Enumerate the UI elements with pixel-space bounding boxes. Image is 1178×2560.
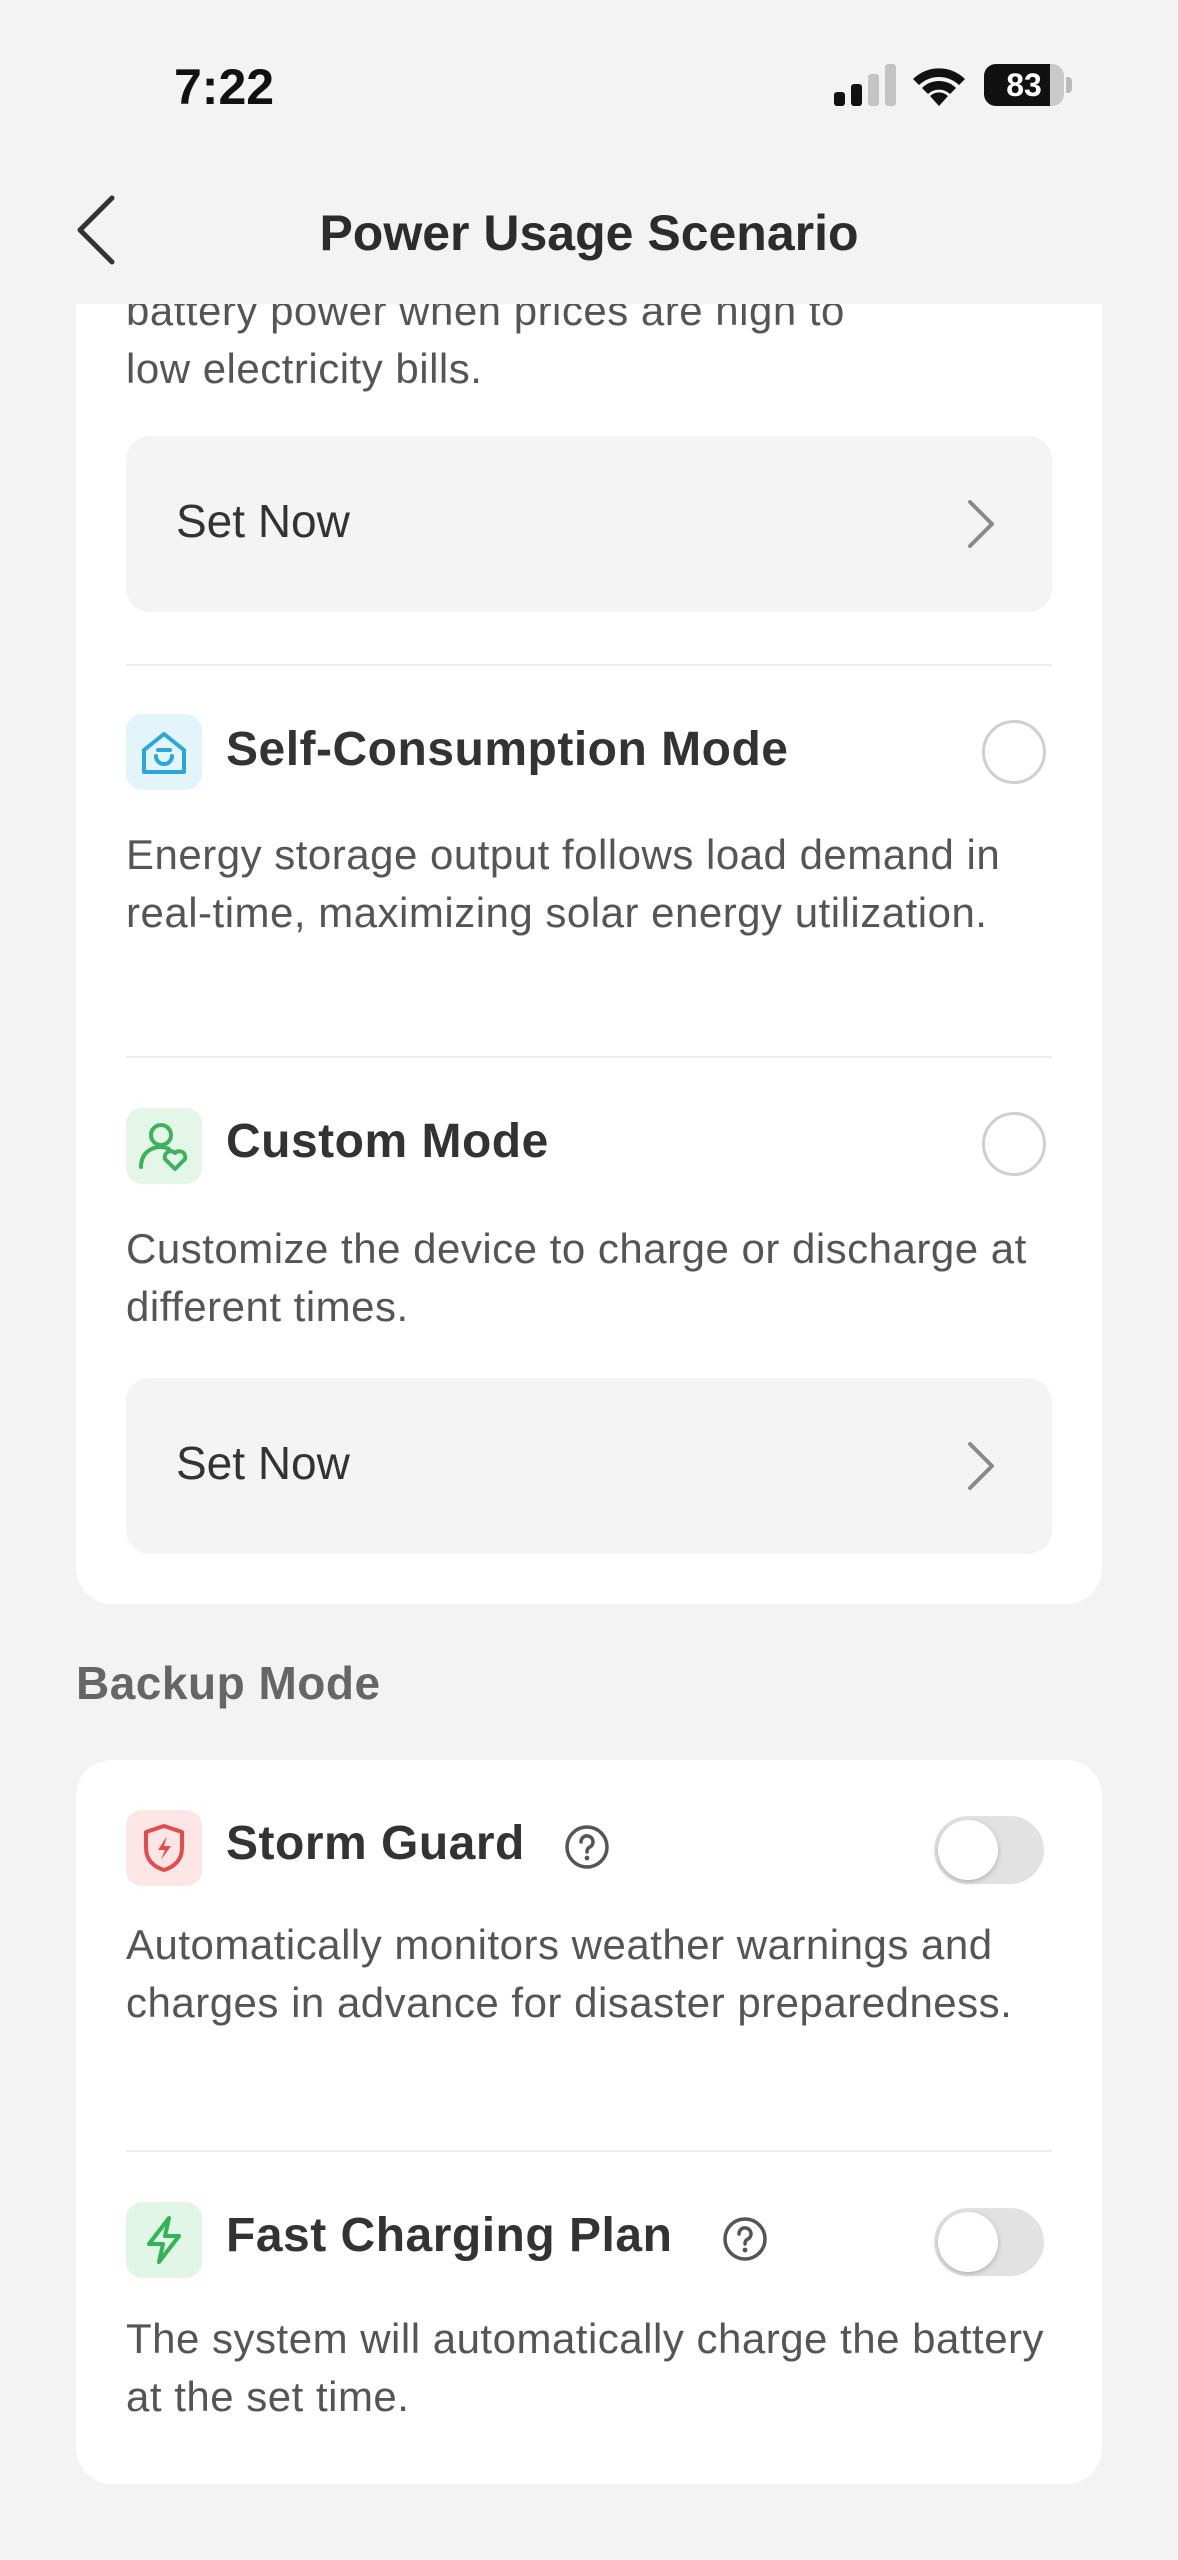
custom-mode-title: Custom Mode	[226, 1115, 549, 1168]
fast-charging-toggle[interactable]	[934, 2208, 1044, 2276]
status-bar: 7:22 83	[0, 0, 1178, 160]
set-now-label: Set Now	[176, 1437, 350, 1489]
divider	[126, 2150, 1052, 2152]
self-consumption-description: Energy storage output follows load deman…	[126, 831, 1001, 936]
help-icon[interactable]	[722, 2216, 768, 2262]
bolt-icon	[126, 2202, 202, 2278]
set-now-button[interactable]: Set Now	[126, 1378, 1052, 1554]
page-title: Power Usage Scenario	[319, 205, 859, 261]
fast-charging-title: Fast Charging Plan	[226, 2209, 673, 2262]
storm-guard-title: Storm Guard	[226, 1817, 525, 1870]
fast-charging-description: The system will automatically charge the…	[126, 2315, 1045, 2420]
storm-guard-toggle[interactable]	[934, 1816, 1044, 1884]
wifi-icon	[913, 68, 965, 106]
help-icon[interactable]	[564, 1824, 610, 1870]
set-now-label: Set Now	[176, 495, 350, 547]
shield-bolt-icon	[126, 1810, 202, 1886]
battery-level: 83	[1006, 67, 1042, 103]
user-heart-icon	[126, 1108, 202, 1184]
backup-card: Storm Guard Automatically monitors weath…	[76, 1760, 1102, 2484]
set-now-button[interactable]: Set Now	[126, 436, 1052, 612]
toggle-knob	[938, 2212, 998, 2272]
chevron-right-icon	[968, 500, 994, 548]
signal-icon	[834, 64, 896, 106]
custom-mode-description: Customize the device to charge or discha…	[126, 1225, 1027, 1330]
backup-mode-heading: Backup Mode	[76, 1657, 381, 1709]
partial-description-line2: low electricity bills.	[126, 345, 483, 392]
divider	[126, 1056, 1052, 1058]
battery-icon: 83	[984, 64, 1072, 106]
self-consumption-title: Self-Consumption Mode	[226, 723, 789, 776]
scenario-card: battery power when prices are high to lo…	[76, 240, 1102, 1604]
self-consumption-radio[interactable]	[982, 720, 1046, 784]
navigation-bar: Power Usage Scenario	[0, 160, 1178, 304]
status-time: 7:22	[174, 59, 275, 115]
divider	[126, 664, 1052, 666]
storm-guard-description: Automatically monitors weather warnings …	[126, 1921, 1013, 2026]
chevron-right-icon	[968, 1442, 994, 1490]
custom-mode-radio[interactable]	[982, 1112, 1046, 1176]
home-icon	[126, 714, 202, 790]
toggle-knob	[938, 1820, 998, 1880]
